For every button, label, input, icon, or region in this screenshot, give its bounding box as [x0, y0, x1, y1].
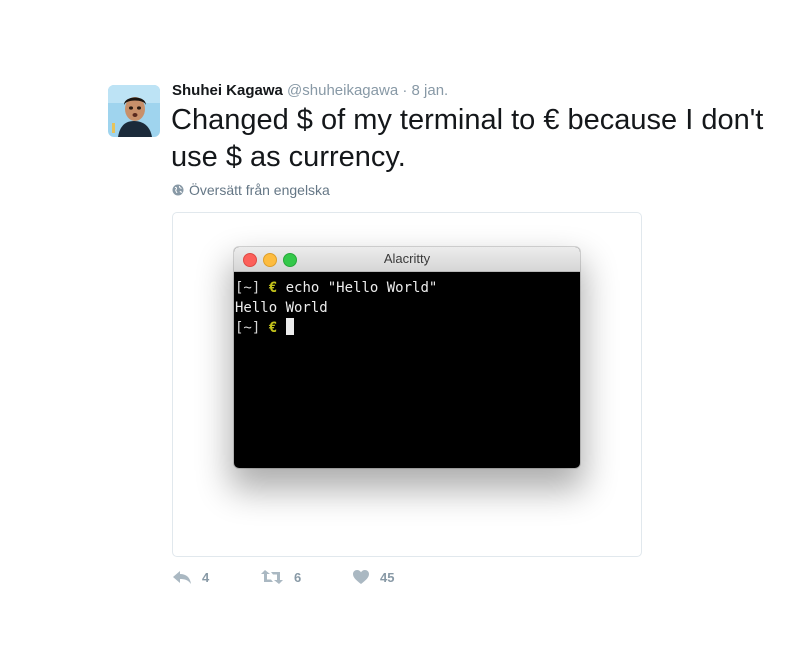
- media-card[interactable]: Alacritty [~] € echo "Hello World" Hello …: [172, 212, 642, 557]
- terminal-title: Alacritty: [383, 251, 431, 266]
- terminal-output: Hello World: [235, 300, 328, 316]
- reply-count: 4: [202, 569, 210, 585]
- display-name[interactable]: Shuhei Kagawa: [172, 82, 283, 99]
- globe-icon: [172, 184, 184, 196]
- terminal-cursor: [285, 318, 294, 335]
- like-count: 45: [380, 569, 395, 585]
- retweet-icon: [261, 570, 283, 584]
- tweet-date[interactable]: 8 jan.: [412, 82, 449, 99]
- reply-icon: [173, 571, 191, 584]
- terminal-titlebar: Alacritty: [234, 247, 580, 272]
- prompt-dir: [~]: [235, 280, 261, 296]
- terminal-line: [~] € echo "Hello World": [235, 278, 580, 298]
- translate-link[interactable]: Översätt från engelska: [172, 182, 330, 198]
- tweet-text: Changed $ of my terminal to € because I …: [171, 104, 764, 173]
- reply-button[interactable]: 4: [172, 569, 209, 585]
- retweet-count: 6: [294, 569, 302, 585]
- terminal-command: echo "Hello World": [285, 280, 438, 296]
- terminal-line: [~] €: [235, 318, 580, 338]
- user-handle[interactable]: @shuheikagawa: [287, 82, 398, 99]
- heart-icon: [353, 570, 369, 584]
- prompt-symbol: €: [268, 280, 278, 296]
- terminal-window: Alacritty [~] € echo "Hello World" Hello …: [234, 247, 580, 468]
- prompt-symbol: €: [268, 320, 278, 336]
- prompt-dir: [~]: [235, 320, 261, 336]
- avatar-image: [108, 85, 160, 137]
- header-separator: ·: [402, 82, 408, 99]
- translate-label: Översätt från engelska: [189, 182, 330, 198]
- like-button[interactable]: 45: [352, 569, 394, 585]
- avatar[interactable]: [108, 85, 160, 137]
- tweet-header: Shuhei Kagawa @shuheikagawa · 8 jan.: [172, 82, 448, 99]
- terminal-body: [~] € echo "Hello World" Hello World [~] €: [234, 272, 580, 338]
- retweet-button[interactable]: 6: [260, 569, 301, 585]
